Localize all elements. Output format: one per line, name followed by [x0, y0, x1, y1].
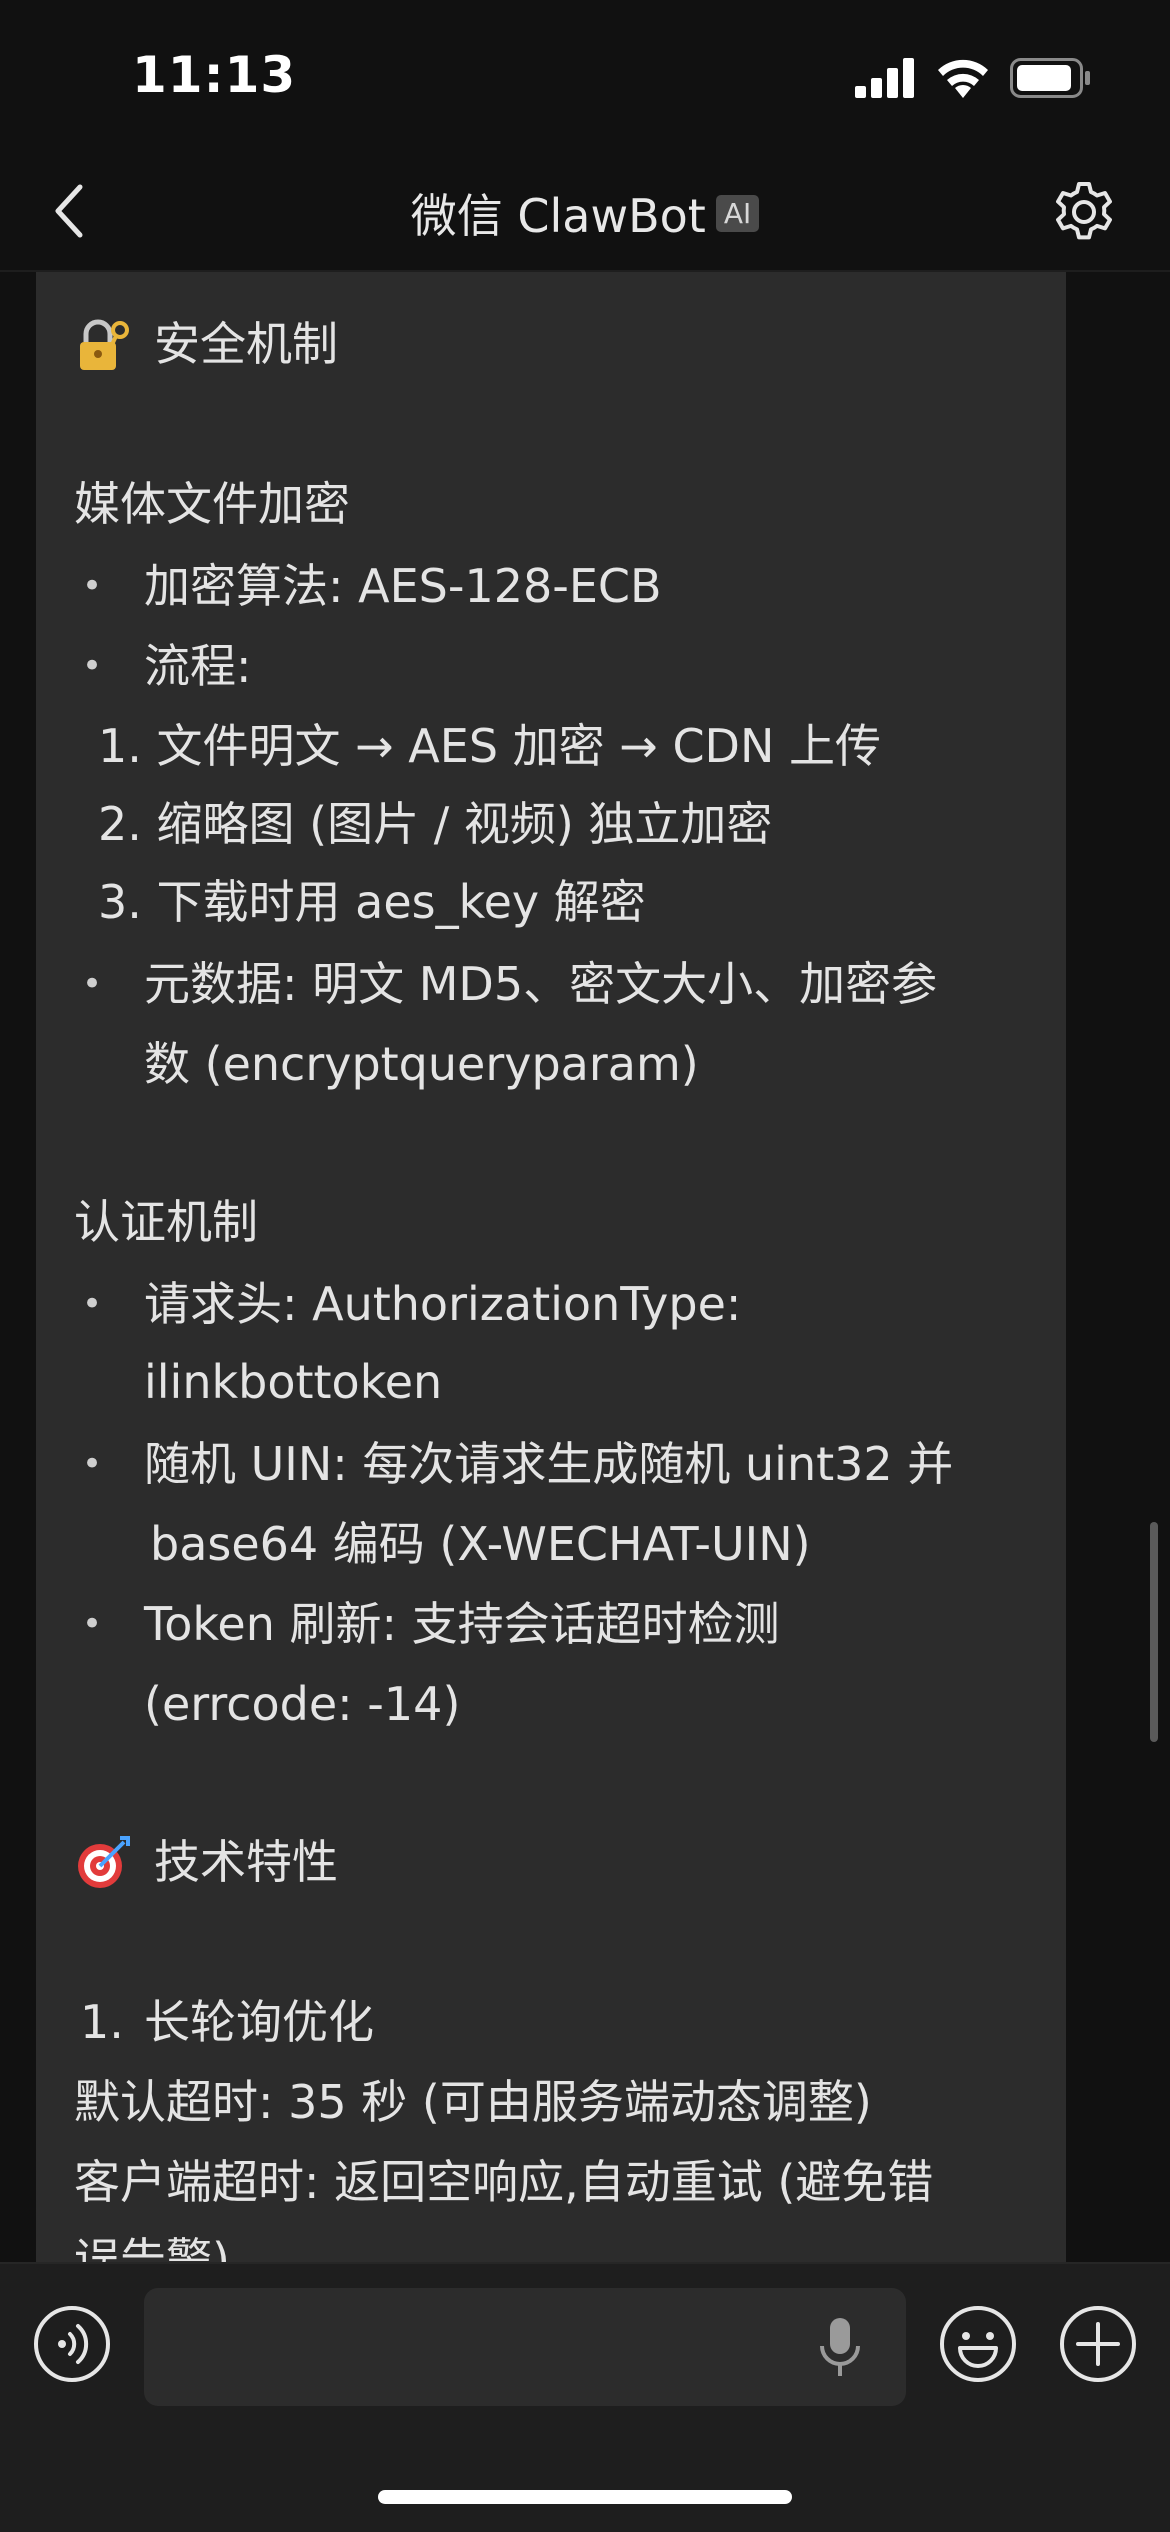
- section-heading-security: 安全机制: [154, 317, 338, 371]
- message-input[interactable]: [144, 2288, 906, 2406]
- plus-icon[interactable]: [1058, 2304, 1138, 2384]
- media-encryption-title: 媒体文件加密: [74, 477, 350, 531]
- list-item-header: 请求头: AuthorizationType:: [144, 1277, 742, 1331]
- microphone-icon[interactable]: [816, 2316, 864, 2380]
- smiley-face-icon[interactable]: [938, 2304, 1018, 2384]
- gear-icon: [1056, 182, 1112, 240]
- status-time: 11:13: [132, 46, 297, 104]
- client-timeout-text: 客户端超时: 返回空响应,自动重试 (避免错: [74, 2155, 934, 2209]
- list-item-token-cont: (errcode: -14): [144, 1677, 461, 1731]
- bullet-dot: •: [82, 1604, 103, 1644]
- message-bubble: 安全机制 媒体文件加密 • 加密算法: AES-128-ECB • 流程: 1.…: [36, 272, 1066, 2262]
- list-item-uin: 随机 UIN: 每次请求生成随机 uint32 并: [144, 1437, 954, 1491]
- flow-step-3: 3. 下载时用 aes_key 解密: [98, 875, 646, 929]
- voice-icon[interactable]: [32, 2304, 112, 2384]
- bullet-dot: •: [82, 964, 103, 1004]
- list-item-metadata: 元数据: 明文 MD5、密文大小、加密参: [144, 957, 938, 1011]
- nav-title: 微信 ClawBot: [410, 189, 706, 243]
- ai-badge: AI: [715, 194, 760, 232]
- list-item-header-cont: ilinkbottoken: [144, 1355, 443, 1409]
- lock-with-key-icon: [80, 319, 129, 370]
- numbered-item-longpoll: 长轮询优化: [144, 1995, 374, 2049]
- chat-area[interactable]: 安全机制 媒体文件加密 • 加密算法: AES-128-ECB • 流程: 1.…: [0, 272, 1170, 2262]
- status-bar: 11:13: [0, 0, 1170, 150]
- list-item-uin-cont: base64 编码 (X-WECHAT-UIN): [150, 1517, 811, 1571]
- default-timeout-text: 默认超时: 35 秒 (可由服务端动态调整): [74, 2075, 872, 2129]
- chat-screen: 11:13 微信 ClawBot AI 安全机制 媒体文件加密 • 加密算法: …: [0, 0, 1170, 2532]
- list-item-token: Token 刷新: 支持会话超时检测: [144, 1597, 780, 1651]
- message-content: 安全机制 媒体文件加密 • 加密算法: AES-128-ECB • 流程: 1.…: [36, 272, 1066, 2262]
- list-item-metadata-cont: 数 (encryptqueryparam): [144, 1037, 699, 1091]
- direct-hit-target-icon: [78, 1836, 130, 1888]
- wifi-icon: [938, 59, 988, 98]
- list-item-flow: 流程:: [144, 639, 252, 693]
- client-timeout-text-cont: 误告警): [74, 2233, 230, 2262]
- nav-title-group: 微信 ClawBot AI: [0, 180, 1170, 246]
- flow-step-2: 2. 缩略图 (图片 / 视频) 独立加密: [98, 797, 773, 851]
- bullet-dot: •: [82, 1284, 103, 1324]
- numbered-item-number: 1.: [80, 1995, 124, 2049]
- list-item-algorithm: 加密算法: AES-128-ECB: [144, 559, 662, 613]
- settings-button[interactable]: [1050, 178, 1118, 246]
- home-indicator[interactable]: [378, 2490, 792, 2504]
- bullet-dot: •: [82, 1444, 103, 1484]
- auth-title: 认证机制: [74, 1195, 258, 1249]
- nav-bar: 微信 ClawBot AI: [0, 150, 1170, 272]
- battery-icon: [1010, 58, 1090, 98]
- scroll-indicator[interactable]: [1150, 1522, 1158, 1742]
- cellular-signal-icon: [855, 58, 914, 98]
- section-heading-tech: 技术特性: [154, 1835, 338, 1889]
- bullet-dot: •: [82, 566, 103, 606]
- flow-step-1: 1. 文件明文 → AES 加密 → CDN 上传: [98, 719, 882, 773]
- bullet-dot: •: [82, 646, 103, 686]
